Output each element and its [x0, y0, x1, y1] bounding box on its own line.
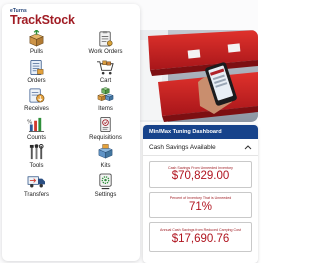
requisition-icon [100, 116, 111, 132]
kits-icon [98, 144, 113, 159]
order-list-icon [30, 59, 44, 75]
clipboard-icon [99, 30, 113, 47]
warehouse-bins-photo [128, 30, 258, 122]
menu-settings[interactable]: Settings [71, 173, 140, 202]
app-window: eTurns TrackStock Pulls Work Orders Orde… [0, 0, 258, 263]
menu-requisitions[interactable]: Requisitions [71, 116, 140, 145]
hero-photo [128, 30, 258, 122]
menu-label: Orders [27, 77, 46, 84]
menu-grid: Pulls Work Orders Orders Cart Receives I… [2, 30, 140, 201]
menu-label: Cart [99, 77, 112, 84]
menu-pulls[interactable]: Pulls [2, 30, 71, 59]
menu-label: Receives [24, 106, 49, 112]
dashboard-title: Min/Max Tuning Dashboard [143, 125, 258, 139]
menu-label: Work Orders [88, 49, 123, 55]
menu-orders[interactable]: Orders [2, 59, 71, 88]
metric-carrying-cost: Annual Cash Savings from Reduced Carryin… [149, 222, 252, 252]
menu-label: Pulls [29, 49, 43, 55]
menu-transfers[interactable]: Transfers [2, 173, 71, 202]
svg-text:%: % [27, 119, 33, 125]
settings-icon [99, 173, 112, 189]
receive-box-icon [29, 88, 45, 103]
metric-value: $70,829.00 [171, 170, 230, 183]
menu-tools[interactable]: Tools [2, 144, 71, 173]
menu-label: Counts [26, 134, 46, 141]
menu-work-orders[interactable]: Work Orders [71, 30, 140, 59]
menu-label: Items [98, 106, 113, 112]
menu-label: Tools [29, 163, 44, 169]
cubes-icon [97, 87, 114, 102]
menu-receives[interactable]: Receives [2, 87, 71, 116]
count-chart-icon: % [27, 117, 45, 132]
menu-label: Transfers [23, 191, 50, 198]
truck-icon [27, 175, 45, 187]
menu-label: Requisitions [89, 134, 122, 141]
section-title: Cash Savings Available [149, 143, 216, 151]
metric-value: $17,690.76 [171, 232, 230, 245]
menu-cart[interactable]: Cart [71, 59, 140, 88]
chevron-up-icon [244, 145, 252, 150]
menu-counts[interactable]: % Counts [2, 116, 71, 145]
metric-value: 71% [188, 200, 213, 213]
cart-icon [97, 60, 114, 74]
metric-percent-unneeded: Percent of Inventory That is Unneeded 71… [149, 192, 252, 218]
menu-label: Settings [94, 191, 117, 198]
cash-savings-section-toggle[interactable]: Cash Savings Available [143, 139, 258, 156]
brand-product: TrackStock [10, 13, 75, 27]
menu-panel: eTurns TrackStock Pulls Work Orders Orde… [2, 4, 140, 261]
menu-items[interactable]: Items [71, 87, 140, 116]
menu-kits[interactable]: Kits [71, 144, 140, 173]
brand-logo: eTurns TrackStock [10, 8, 75, 27]
menu-label: Kits [100, 163, 111, 169]
minmax-dashboard-card: Min/Max Tuning Dashboard Cash Savings Av… [143, 125, 258, 263]
metric-unneeded-inventory: Cash Savings From Unneeded Inventory $70… [149, 161, 252, 188]
box-arrow-icon [29, 30, 44, 47]
tools-icon [29, 144, 44, 160]
